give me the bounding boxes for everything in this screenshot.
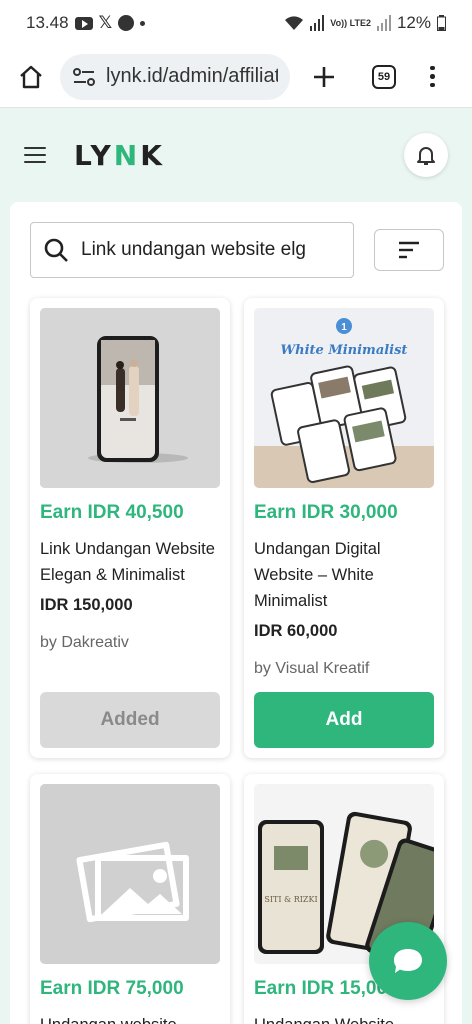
more-icon[interactable] xyxy=(430,65,435,88)
home-icon xyxy=(20,65,42,88)
site-settings-icon[interactable] xyxy=(72,67,96,87)
product-card[interactable]: Earn IDR 75,000 Undangan website xyxy=(30,774,230,1024)
tab-count: 59 xyxy=(377,70,391,83)
battery-percent: 12% xyxy=(396,13,431,32)
network-label: Vo)) LTE2 xyxy=(330,17,371,28)
youtube-icon xyxy=(74,16,93,30)
status-bar: 13.48 𝕏 Vo)) LTE2 12% xyxy=(0,0,472,46)
signal-icon-2 xyxy=(376,15,391,31)
lynk-logo[interactable]: LYNK xyxy=(74,139,165,172)
add-button[interactable]: Add xyxy=(254,692,434,748)
main-content-card: Earn IDR 40,500 Link Undangan Website El… xyxy=(10,202,462,1024)
search-box[interactable] xyxy=(30,222,354,278)
earn-amount: Earn IDR 75,000 xyxy=(40,978,184,999)
product-price: IDR 60,000 xyxy=(254,622,338,640)
product-card[interactable]: 1 White Minimalist Earn IDR 30,000 Undan… xyxy=(244,298,444,758)
home-button[interactable] xyxy=(18,64,44,90)
product-name[interactable]: Undangan Digital Website – White Minimal… xyxy=(254,536,439,614)
chat-app-icon xyxy=(118,15,135,31)
url-text: lynk.id/admin/affiliate xyxy=(106,65,278,87)
product-image[interactable]: 1 White Minimalist xyxy=(254,308,434,488)
product-seller: by Visual Kreatif xyxy=(254,660,370,677)
signal-icon xyxy=(310,15,325,31)
product-card[interactable]: Earn IDR 40,500 Link Undangan Website El… xyxy=(30,298,230,758)
search-row xyxy=(30,222,444,278)
invitation-text: SITI & RIZKI xyxy=(264,895,317,904)
filter-icon xyxy=(399,241,419,259)
plus-icon xyxy=(314,66,334,87)
filter-button[interactable] xyxy=(374,229,444,271)
product-name[interactable]: Undangan Website xyxy=(254,1012,439,1024)
browser-toolbar: lynk.id/admin/affiliate 59 xyxy=(0,46,472,108)
product-name[interactable]: Link Undangan Website Elegan & Minimalis… xyxy=(40,536,225,588)
search-input[interactable] xyxy=(81,239,331,261)
search-icon xyxy=(44,238,68,262)
notification-dot-icon xyxy=(140,20,146,26)
product-image-placeholder[interactable] xyxy=(40,784,220,964)
x-icon: 𝕏 xyxy=(98,13,113,32)
earn-amount: Earn IDR 30,000 xyxy=(254,502,398,523)
phone-mockup-image xyxy=(40,308,220,488)
image-placeholder-icon xyxy=(40,784,220,964)
product-price: IDR 150,000 xyxy=(40,596,133,614)
product-image[interactable] xyxy=(40,308,220,488)
new-tab-button[interactable] xyxy=(310,63,338,91)
tabs-button[interactable]: 59 xyxy=(372,64,396,89)
battery-icon xyxy=(437,15,446,31)
bell-icon xyxy=(417,147,435,165)
product-seller: by Dakreativ xyxy=(40,634,129,651)
added-button[interactable]: Added xyxy=(40,692,220,748)
badge-number: 1 xyxy=(341,322,347,333)
address-bar[interactable]: lynk.id/admin/affiliate xyxy=(60,53,290,100)
image-title: White Minimalist xyxy=(281,343,408,358)
wifi-icon xyxy=(285,16,304,30)
white-minimalist-image: 1 White Minimalist xyxy=(254,308,434,488)
status-time: 13.48 xyxy=(26,13,69,32)
app-header: LYNK xyxy=(0,109,472,201)
product-name[interactable]: Undangan website xyxy=(40,1012,225,1024)
menu-icon[interactable] xyxy=(24,147,46,163)
earn-amount: Earn IDR 40,500 xyxy=(40,502,184,523)
chat-icon xyxy=(394,949,422,973)
notifications-button[interactable] xyxy=(404,133,448,177)
chat-button[interactable] xyxy=(369,922,447,1000)
